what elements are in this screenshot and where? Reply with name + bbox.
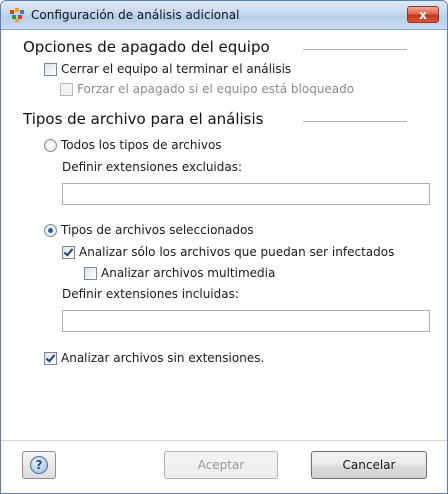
section-divider xyxy=(303,121,407,122)
shutdown-on-finish-checkbox[interactable] xyxy=(44,62,57,76)
selected-file-types-option[interactable]: Tipos de archivos seleccionados xyxy=(44,223,254,237)
shutdown-on-finish-option[interactable]: Cerrar el equipo al terminar el análisis xyxy=(44,62,291,76)
force-shutdown-checkbox[interactable] xyxy=(60,82,73,96)
force-shutdown-option[interactable]: Forzar el apagado si el equipo está bloq… xyxy=(60,82,354,96)
shutdown-on-finish-label: Cerrar el equipo al terminar el análisis xyxy=(61,62,292,76)
included-extensions-input[interactable] xyxy=(62,310,430,332)
selected-file-types-label: Tipos de archivos seleccionados xyxy=(61,223,254,237)
no-extensions-checkbox[interactable] xyxy=(44,351,57,365)
no-extensions-label: Analizar archivos sin extensiones. xyxy=(61,351,265,365)
accept-button[interactable]: Aceptar xyxy=(164,451,278,479)
help-button[interactable]: ? xyxy=(22,451,56,479)
help-icon: ? xyxy=(30,456,48,474)
infectable-only-label: Analizar sólo los archivos que puedan se… xyxy=(79,245,395,259)
dialog-window: Configuración de análisis adicional x Op… xyxy=(0,0,448,494)
avg-logo-icon xyxy=(10,8,24,22)
title-bar[interactable]: Configuración de análisis adicional x xyxy=(1,1,447,30)
close-icon: x xyxy=(419,8,427,22)
infectable-only-checkbox[interactable] xyxy=(62,245,75,259)
window-title: Configuración de análisis adicional xyxy=(31,8,240,22)
footer-divider xyxy=(1,440,447,441)
multimedia-label: Analizar archivos multimedia xyxy=(101,266,276,280)
excluded-extensions-label: Definir extensiones excluidas: xyxy=(62,160,243,174)
multimedia-option[interactable]: Analizar archivos multimedia xyxy=(84,266,275,280)
all-file-types-option[interactable]: Todos los tipos de archivos xyxy=(44,138,222,152)
selected-file-types-radio[interactable] xyxy=(44,223,57,237)
section-divider xyxy=(303,49,407,50)
excluded-extensions-input[interactable] xyxy=(62,183,430,205)
shutdown-heading: Opciones de apagado del equipo xyxy=(23,38,270,56)
all-file-types-radio[interactable] xyxy=(44,138,57,152)
included-extensions-label: Definir extensiones incluidas: xyxy=(62,287,239,301)
force-shutdown-label: Forzar el apagado si el equipo está bloq… xyxy=(77,82,355,96)
close-button[interactable]: x xyxy=(407,6,439,23)
cancel-button[interactable]: Cancelar xyxy=(311,451,427,479)
infectable-only-option[interactable]: Analizar sólo los archivos que puedan se… xyxy=(62,245,394,259)
multimedia-checkbox[interactable] xyxy=(84,266,97,280)
no-extensions-option[interactable]: Analizar archivos sin extensiones. xyxy=(44,351,264,365)
file-types-heading: Tipos de archivo para el análisis xyxy=(23,110,264,128)
all-file-types-label: Todos los tipos de archivos xyxy=(61,138,222,152)
